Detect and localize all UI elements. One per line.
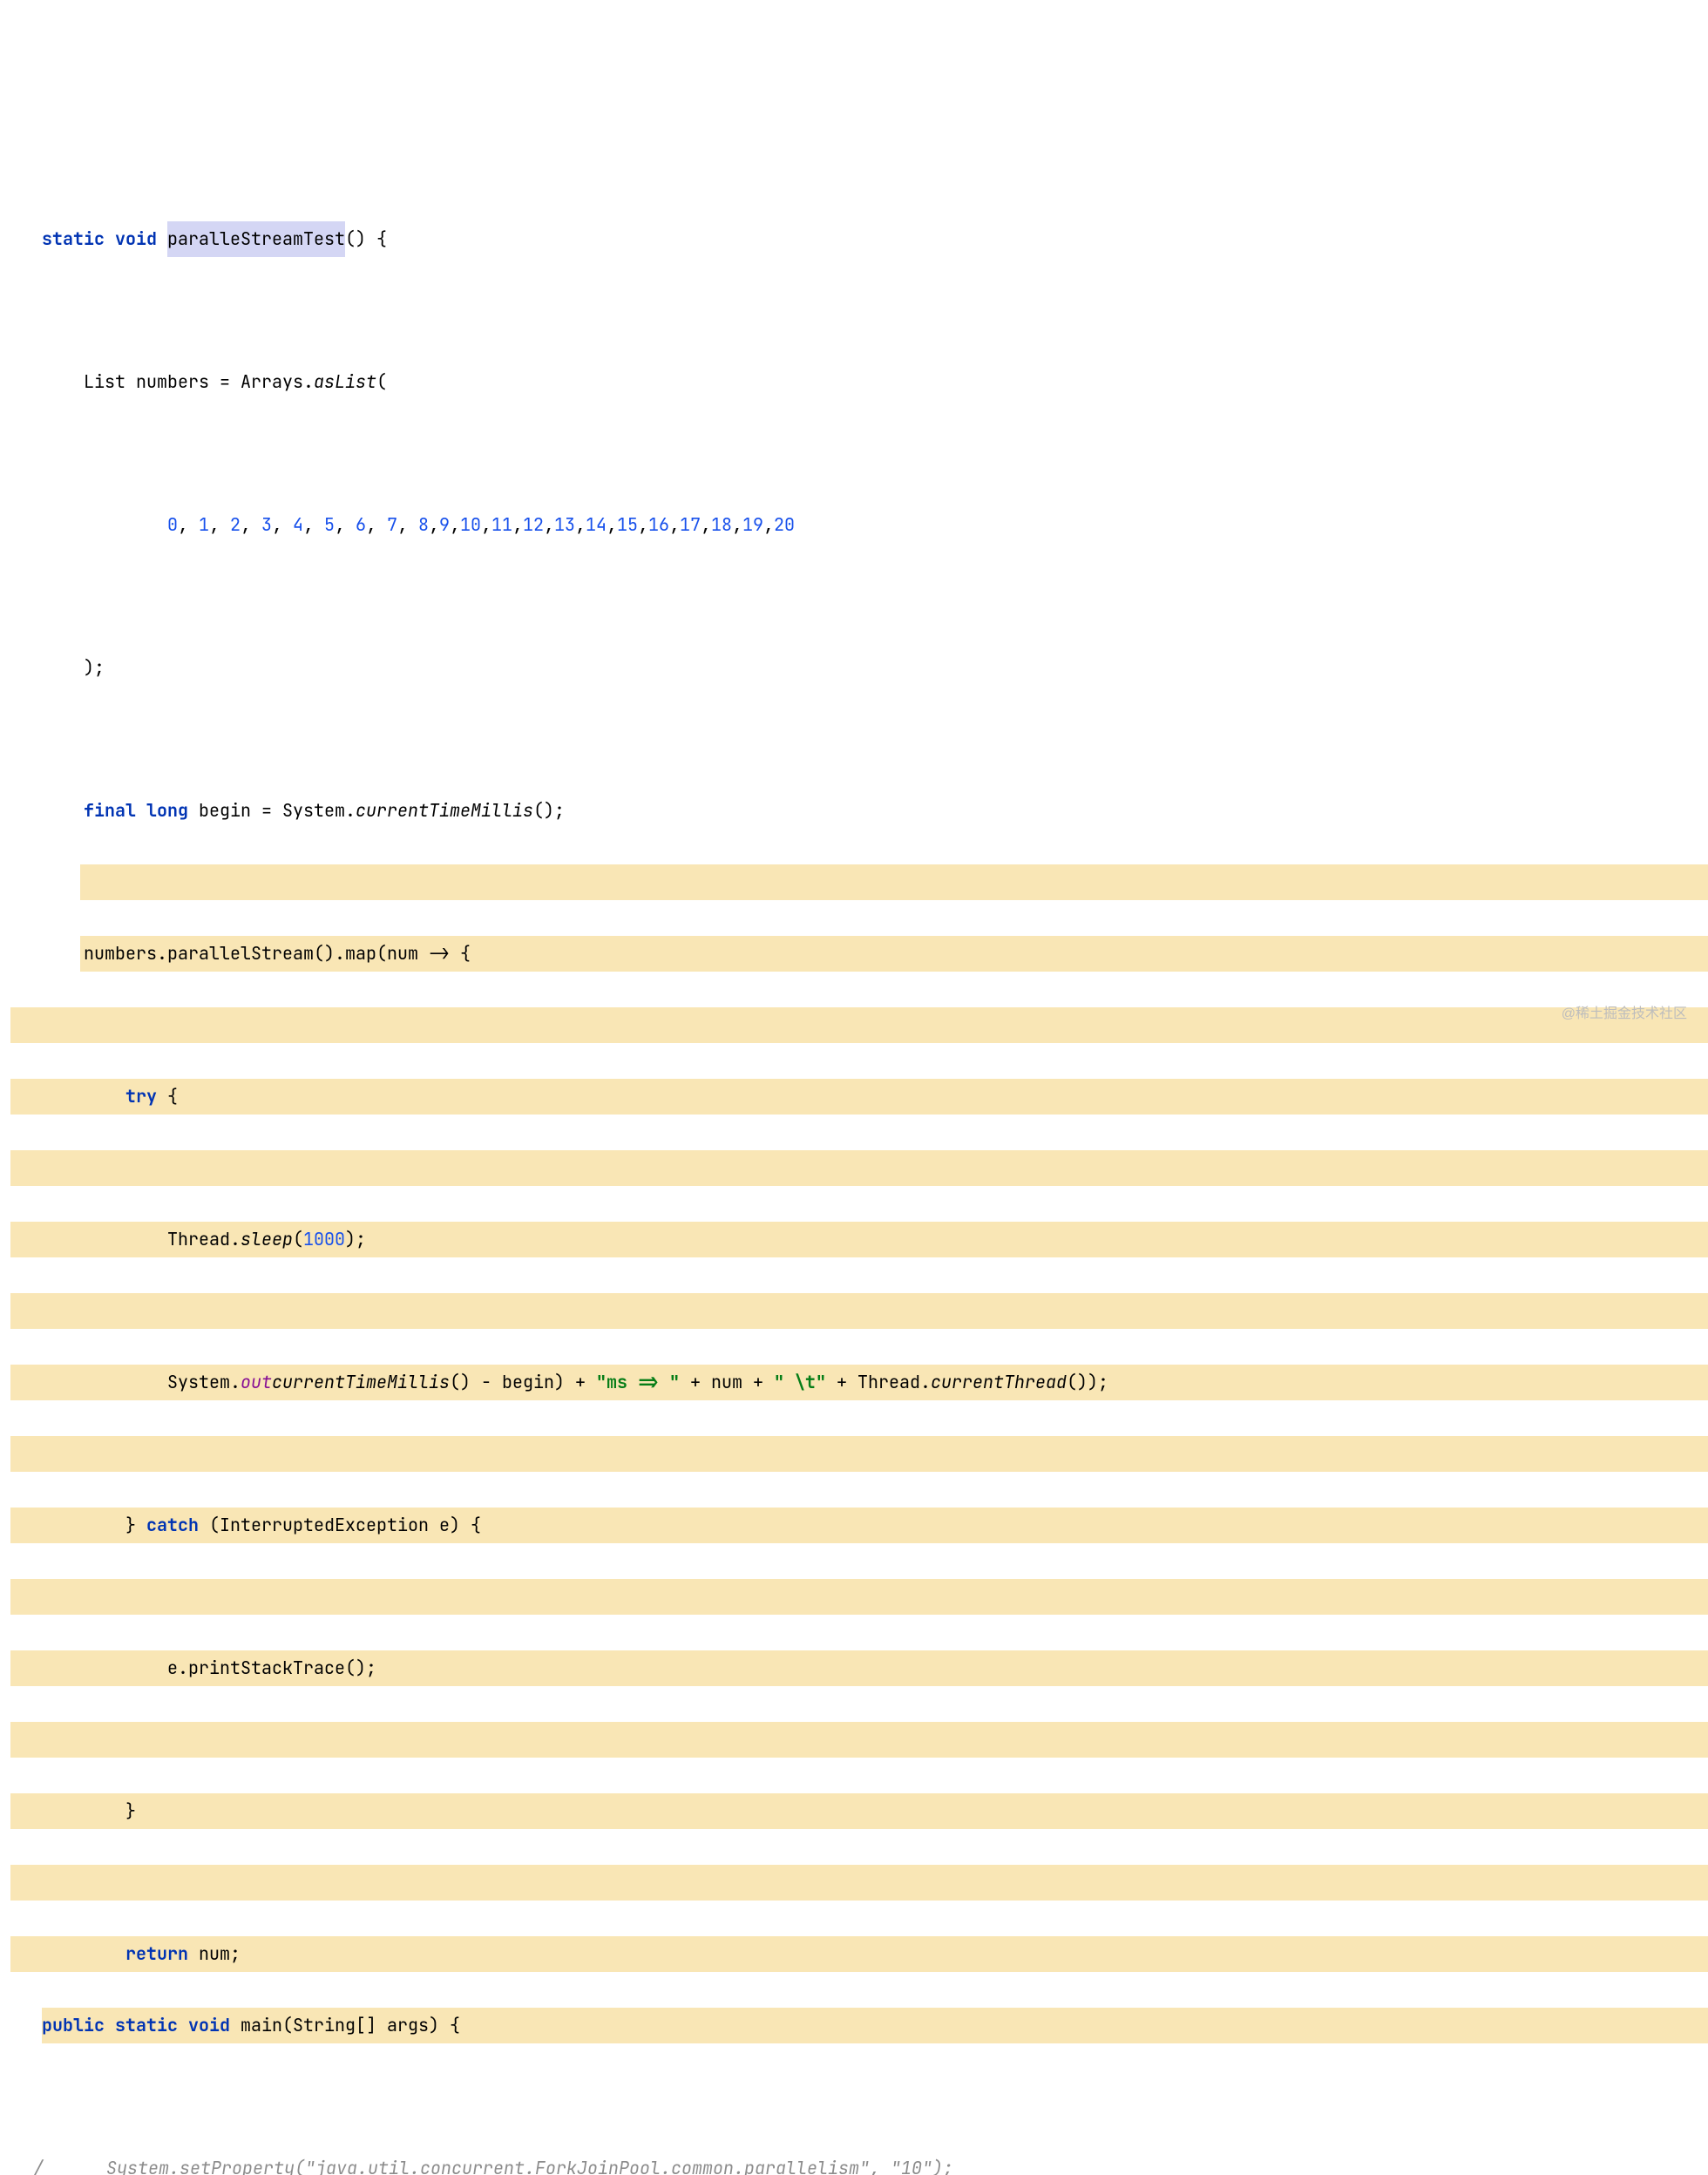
code-line: e.printStackTrace(); bbox=[10, 1650, 376, 1686]
code-line: ); bbox=[10, 650, 105, 686]
watermark: @稀土掘金技术社区 bbox=[1562, 996, 1687, 1032]
code-line: static void paralleStreamTest() { bbox=[10, 221, 387, 257]
code-line: } bbox=[10, 1793, 136, 1829]
code-line: public static void main(String[] args) { bbox=[10, 2008, 460, 2043]
code-line: Thread.sleep(1000); bbox=[10, 1222, 366, 1257]
code-line: 0, 1, 2, 3, 4, 5, 6, 7, 8,9,10,11,12,13,… bbox=[10, 507, 795, 543]
code-line: } catch (InterruptedException e) { bbox=[10, 1508, 481, 1543]
code-line: List numbers = Arrays.asList( bbox=[10, 364, 387, 400]
code-editor: static void paralleStreamTest() { List n… bbox=[10, 150, 1708, 2175]
method-name: paralleStreamTest bbox=[167, 227, 345, 250]
code-line: try { bbox=[10, 1079, 178, 1115]
code-line-comment: / System.setProperty("java.util.concurre… bbox=[10, 2151, 953, 2175]
code-line: final long begin = System.currentTimeMil… bbox=[10, 793, 565, 829]
code-line: System.outcurrentTimeMillis() - begin) +… bbox=[10, 1365, 1108, 1400]
code-line: numbers.parallelStream().map(num -> { bbox=[10, 936, 471, 972]
code-line: return num; bbox=[10, 1936, 241, 1972]
